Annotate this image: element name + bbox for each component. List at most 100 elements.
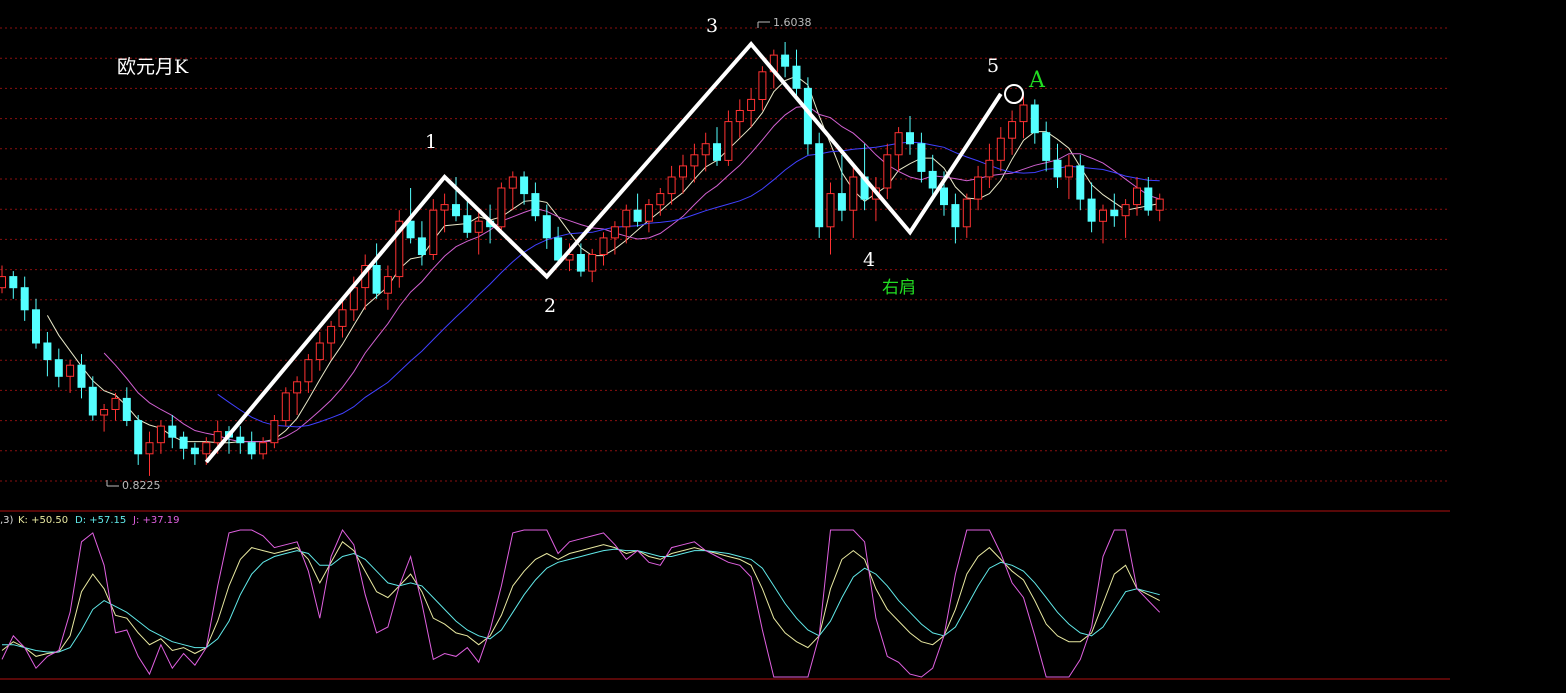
chart-title: 欧元月K (117, 56, 189, 78)
candle-body (281, 392, 290, 422)
candle-body (145, 442, 154, 455)
candle-body (1087, 198, 1096, 222)
candle-body (293, 381, 302, 394)
candle-body (508, 176, 517, 189)
candle-body (383, 276, 392, 294)
candle-body (940, 187, 948, 206)
candle-body (270, 420, 279, 444)
candle-body (43, 342, 52, 361)
candle-body (974, 176, 983, 200)
candle-body (259, 442, 268, 455)
candle-body (440, 204, 449, 211)
candle-body (588, 254, 597, 272)
candle-body (236, 436, 245, 444)
candle-body (372, 265, 381, 294)
high-price-label: 1.6038 (773, 16, 812, 29)
candle-body (100, 409, 109, 416)
candle-body (417, 237, 426, 255)
candle-body (213, 431, 222, 444)
candle-body (1144, 187, 1153, 211)
candle-body (724, 121, 733, 161)
candle-body (134, 420, 143, 455)
candle-body (315, 342, 324, 361)
candle-body (837, 193, 846, 211)
low-price-label: 0.8225 (122, 479, 161, 492)
candle-body (576, 254, 585, 272)
wave-label-4: 4 (863, 249, 875, 271)
candle-body (747, 98, 756, 112)
candle-body (894, 132, 903, 156)
candle-body (962, 198, 971, 228)
kdj-k-value: K: +50.50 (18, 515, 68, 526)
candle-body (463, 215, 472, 233)
candle-body (1110, 209, 1119, 217)
candle-body (1042, 132, 1051, 161)
candle-body (996, 137, 1005, 161)
candle-body (304, 359, 313, 383)
wave-label-3: 3 (706, 15, 718, 37)
candle-body (928, 170, 937, 189)
candle-body (156, 425, 165, 444)
candle-body (679, 165, 687, 178)
kdj-d-value: D: +57.15 (75, 515, 126, 526)
candle-body (32, 309, 40, 344)
candle-body (247, 442, 256, 455)
candle-body (66, 364, 75, 377)
candle-body (1155, 198, 1164, 211)
wave-label-2: 2 (544, 295, 556, 317)
point-a-label: A (1028, 68, 1046, 93)
candle-body (122, 397, 131, 421)
candle-body (190, 447, 199, 455)
candle-body (77, 364, 86, 388)
candle-body (1053, 159, 1062, 178)
kdj-j-value: J: +37.19 (132, 515, 180, 526)
candle-body (883, 154, 892, 189)
candle-body (622, 209, 631, 228)
candle-body (429, 209, 438, 255)
candle-body (1030, 104, 1039, 134)
candle-body (701, 143, 710, 156)
candle-body (338, 309, 347, 327)
candle-body (633, 209, 642, 222)
candle-body (1099, 209, 1107, 222)
wave-label-1: 1 (425, 131, 437, 153)
candle-body (452, 204, 460, 217)
candle-body (1121, 204, 1130, 217)
candle-body (1076, 165, 1085, 200)
candle-body (644, 204, 653, 222)
candle-body (906, 132, 914, 145)
candle-body (1019, 104, 1028, 123)
candle-body (520, 176, 529, 195)
candle-body (599, 237, 608, 255)
candle-body (713, 143, 721, 161)
candle-body (826, 193, 835, 228)
candle-body (0, 276, 6, 289)
kdj-legend: ,3) K: +50.50 D: +57.15 J: +37.19 (0, 515, 180, 526)
candle-body (9, 276, 18, 289)
kdj-param-label: ,3) (0, 515, 14, 526)
candle-body (542, 215, 551, 239)
candle-body (735, 110, 744, 123)
candle-body (792, 65, 801, 89)
chart-root: 欧元月K 1.6038 0.8225 1 2 3 4 5 右肩 A ,3) K:… (0, 0, 1566, 689)
candle-body (656, 193, 665, 206)
candle-body (88, 386, 97, 416)
candle-body (20, 287, 29, 311)
right-shoulder-label: 右肩 (882, 278, 916, 298)
candle-body (474, 220, 483, 233)
candle-body (951, 204, 960, 228)
candle-body (781, 54, 790, 67)
candle-body (667, 176, 676, 195)
candle-body (985, 159, 994, 178)
euro-monthly-chart: 欧元月K 1.6038 0.8225 1 2 3 4 5 右肩 A ,3) K:… (0, 0, 1566, 689)
candle-body (202, 442, 211, 455)
candle-body (1008, 121, 1017, 139)
candle-body (554, 237, 563, 261)
candle-body (54, 359, 63, 377)
candle-body (531, 193, 540, 217)
candle-body (758, 71, 767, 101)
candle-body (610, 226, 619, 239)
candle-body (327, 325, 336, 344)
candle-body (849, 176, 858, 211)
candle-body (815, 143, 824, 228)
